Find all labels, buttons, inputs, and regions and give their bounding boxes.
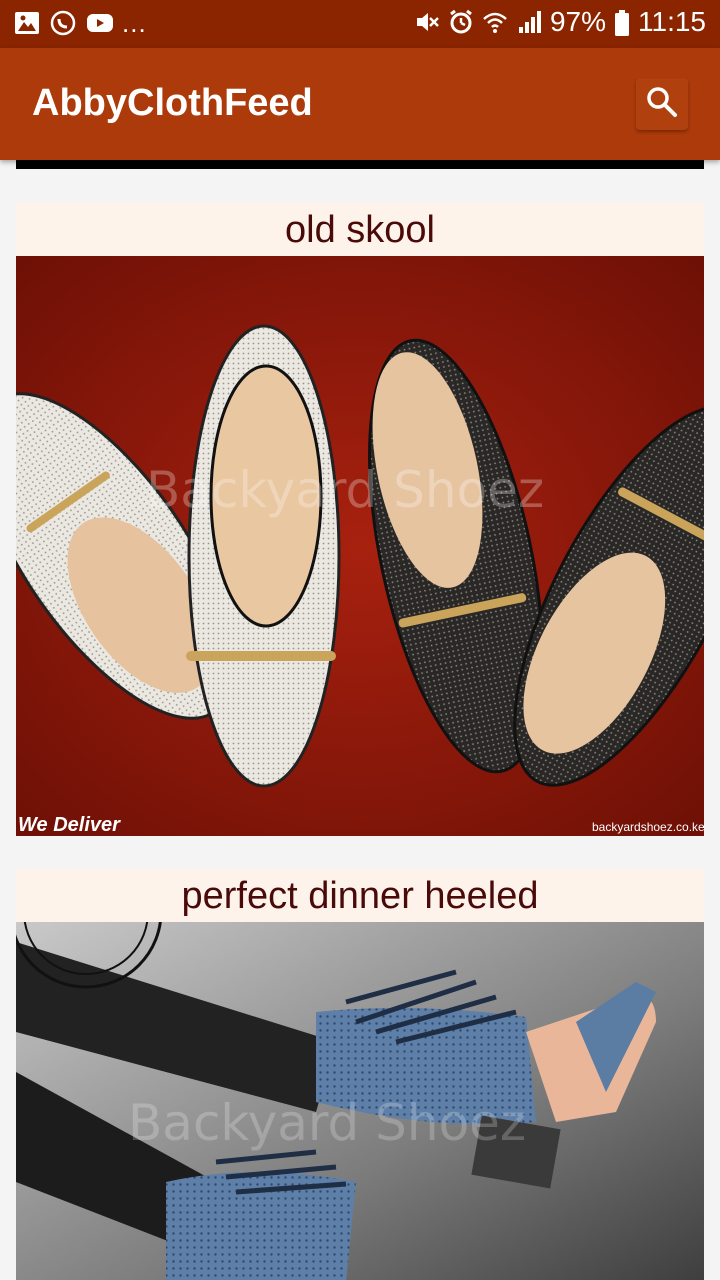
app-title: AbbyClothFeed bbox=[32, 82, 313, 124]
feed-card[interactable]: old skool Backyard Shoez We Deliver back… bbox=[16, 202, 704, 836]
battery-icon bbox=[614, 9, 630, 36]
shoes-photo bbox=[16, 256, 704, 836]
app-bar: AbbyClothFeed bbox=[0, 48, 720, 160]
feed-card[interactable]: perfect dinner heeled Backyard Shoez bbox=[16, 868, 704, 1280]
card-title: perfect dinner heeled bbox=[181, 875, 539, 917]
battery-percent: 97% bbox=[549, 6, 606, 37]
card-image[interactable]: Backyard Shoez bbox=[16, 922, 704, 1280]
search-icon bbox=[645, 85, 679, 124]
previous-card-edge bbox=[16, 160, 704, 169]
card-title: old skool bbox=[285, 209, 435, 251]
clock: 11:15 bbox=[638, 6, 706, 37]
alarm-icon bbox=[448, 9, 474, 35]
youtube-icon bbox=[86, 10, 113, 36]
brand-url: backyardshoez.co.ke bbox=[592, 820, 704, 834]
status-bar: ... 97% 11:15 bbox=[0, 0, 720, 48]
gallery-icon bbox=[14, 10, 40, 36]
whatsapp-icon bbox=[50, 10, 76, 36]
search-button[interactable] bbox=[636, 78, 688, 130]
wifi-icon bbox=[482, 9, 508, 35]
signal-icon bbox=[516, 9, 542, 35]
delivery-label: We Deliver bbox=[18, 814, 120, 836]
more-notifications: ... bbox=[122, 8, 147, 38]
card-image[interactable]: Backyard Shoez We Deliver backyardshoez.… bbox=[16, 256, 704, 836]
mute-icon bbox=[414, 9, 440, 35]
watermark: Backyard Shoez bbox=[146, 461, 545, 519]
watermark: Backyard Shoez bbox=[128, 1094, 527, 1152]
